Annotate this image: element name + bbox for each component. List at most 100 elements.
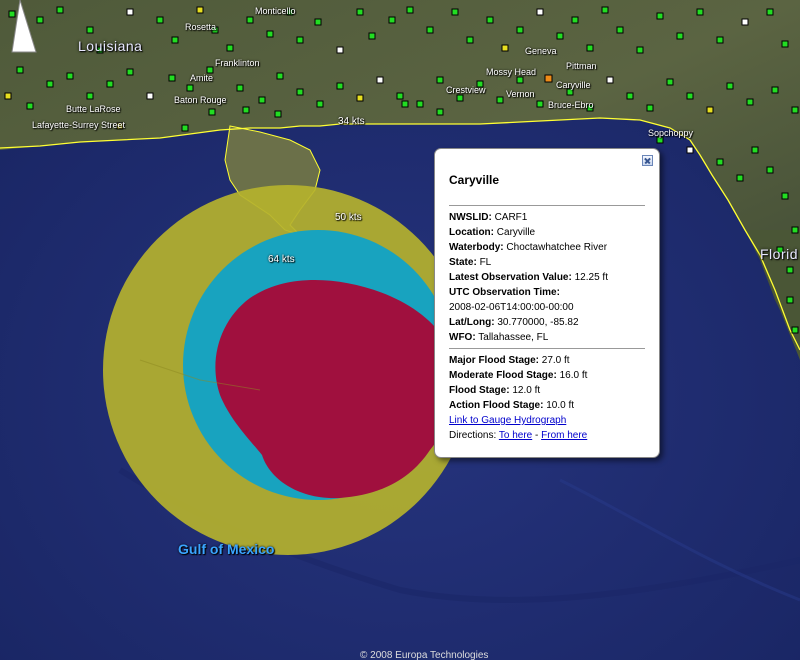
gauge-marker[interactable] (686, 92, 694, 100)
gauge-marker[interactable] (314, 18, 322, 26)
gauge-marker[interactable] (496, 96, 504, 104)
gauge-marker[interactable] (156, 16, 164, 24)
gauge-marker[interactable] (401, 100, 409, 108)
gauge-marker[interactable] (436, 76, 444, 84)
gauge-marker[interactable] (181, 124, 189, 132)
gauge-marker[interactable] (16, 66, 24, 74)
gauge-marker[interactable] (771, 86, 779, 94)
map-canvas[interactable] (0, 0, 800, 660)
gauge-marker[interactable] (781, 40, 789, 48)
gauge-marker[interactable] (466, 36, 474, 44)
gauge-marker[interactable] (751, 146, 759, 154)
gauge-marker[interactable] (676, 32, 684, 40)
gauge-marker[interactable] (126, 68, 134, 76)
gauge-marker[interactable] (356, 8, 364, 16)
gauge-marker[interactable] (791, 106, 799, 114)
gauge-marker[interactable] (86, 92, 94, 100)
gauge-marker[interactable] (242, 106, 250, 114)
gauge-marker[interactable] (726, 82, 734, 90)
gauge-marker[interactable] (106, 80, 114, 88)
gauge-marker[interactable] (66, 72, 74, 80)
gauge-marker[interactable] (706, 106, 714, 114)
gauge-marker[interactable] (296, 36, 304, 44)
gauge-marker[interactable] (601, 6, 609, 14)
gauge-marker[interactable] (606, 76, 614, 84)
gauge-marker[interactable] (368, 32, 376, 40)
gauge-marker[interactable] (786, 266, 794, 274)
gauge-marker[interactable] (666, 78, 674, 86)
gauge-marker[interactable] (716, 36, 724, 44)
gauge-marker[interactable] (246, 16, 254, 24)
gauge-marker[interactable] (376, 76, 384, 84)
gauge-marker[interactable] (501, 44, 509, 52)
gauge-marker[interactable] (766, 8, 774, 16)
gauge-marker[interactable] (746, 98, 754, 106)
gauge-marker[interactable] (791, 326, 799, 334)
gauge-marker[interactable] (516, 26, 524, 34)
directions-from-here-link[interactable]: From here (541, 430, 587, 441)
directions-to-here-link[interactable]: To here (499, 430, 532, 441)
gauge-marker[interactable] (586, 44, 594, 52)
gauge-marker-caryville[interactable] (544, 74, 553, 83)
gauge-marker[interactable] (396, 92, 404, 100)
gauge-marker[interactable] (4, 92, 12, 100)
gauge-marker[interactable] (536, 100, 544, 108)
gauge-marker[interactable] (636, 46, 644, 54)
gauge-marker[interactable] (258, 96, 266, 104)
gauge-marker[interactable] (516, 76, 524, 84)
gauge-marker[interactable] (426, 26, 434, 34)
gauge-marker[interactable] (186, 84, 194, 92)
gauge-marker[interactable] (276, 72, 284, 80)
gauge-marker[interactable] (236, 84, 244, 92)
gauge-marker[interactable] (168, 74, 176, 82)
field-value: 12.0 ft (512, 385, 541, 396)
gauge-marker[interactable] (456, 94, 464, 102)
gauge-marker[interactable] (716, 158, 724, 166)
gauge-marker[interactable] (388, 16, 396, 24)
gauge-marker[interactable] (296, 88, 304, 96)
gauge-marker[interactable] (336, 46, 344, 54)
gauge-marker[interactable] (86, 26, 94, 34)
gauge-marker[interactable] (736, 174, 744, 182)
gauge-marker[interactable] (56, 6, 64, 14)
gauge-marker[interactable] (626, 92, 634, 100)
gauge-marker[interactable] (406, 6, 414, 14)
gauge-marker[interactable] (274, 110, 282, 118)
gauge-marker[interactable] (786, 296, 794, 304)
gauge-marker[interactable] (356, 94, 364, 102)
gauge-marker[interactable] (416, 100, 424, 108)
gauge-marker[interactable] (616, 26, 624, 34)
place-label: Geneva (525, 46, 557, 56)
gauge-marker[interactable] (781, 192, 789, 200)
gauge-marker[interactable] (126, 8, 134, 16)
gauge-marker[interactable] (436, 108, 444, 116)
gauge-marker[interactable] (791, 226, 799, 234)
gauge-marker[interactable] (196, 6, 204, 14)
gauge-marker[interactable] (766, 166, 774, 174)
gauge-marker[interactable] (46, 80, 54, 88)
directions-row: Directions: To here - From here (449, 428, 645, 443)
place-label: Crestview (446, 85, 486, 95)
gauge-marker[interactable] (536, 8, 544, 16)
gauge-marker[interactable] (226, 44, 234, 52)
gauge-marker[interactable] (646, 104, 654, 112)
close-icon[interactable] (642, 155, 653, 166)
gauge-marker[interactable] (316, 100, 324, 108)
gauge-marker[interactable] (208, 108, 216, 116)
field-major-flood-stage: Major Flood Stage: 27.0 ft (449, 353, 645, 368)
gauge-marker[interactable] (656, 12, 664, 20)
gauge-marker[interactable] (741, 18, 749, 26)
gauge-marker[interactable] (696, 8, 704, 16)
map-view[interactable]: Louisiana Florid Gulf of Mexico Monticel… (0, 0, 800, 660)
gauge-marker[interactable] (171, 36, 179, 44)
gauge-marker[interactable] (146, 92, 154, 100)
gauge-marker[interactable] (686, 146, 694, 154)
gauge-marker[interactable] (26, 102, 34, 110)
gauge-marker[interactable] (571, 16, 579, 24)
gauge-marker[interactable] (556, 32, 564, 40)
gauge-marker[interactable] (336, 82, 344, 90)
gauge-hydrograph-link[interactable]: Link to Gauge Hydrograph (449, 415, 566, 426)
gauge-marker[interactable] (486, 16, 494, 24)
gauge-marker[interactable] (266, 30, 274, 38)
gauge-marker[interactable] (451, 8, 459, 16)
